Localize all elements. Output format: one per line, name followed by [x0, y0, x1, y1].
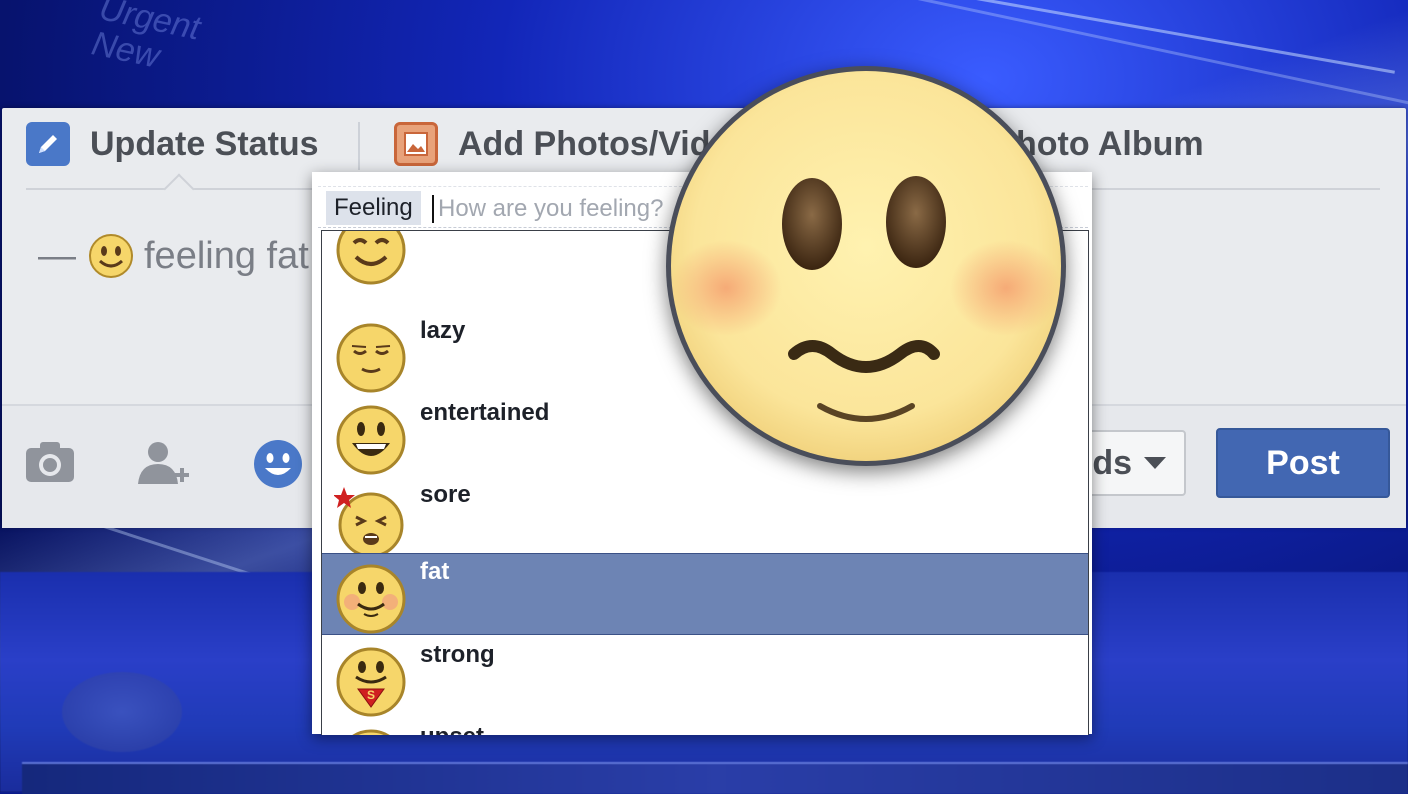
fat-emoji-icon	[89, 234, 133, 278]
tab-label: Update Status	[90, 124, 319, 163]
feeling-label: lazy	[420, 317, 466, 344]
refreshed-emoji-icon	[336, 231, 406, 285]
status-text-area[interactable]: — feeling fat.	[38, 233, 319, 279]
feeling-item-strong[interactable]: S strong	[322, 637, 1088, 719]
blurred-emoji	[62, 672, 182, 752]
feeling-item-sore[interactable]: sore	[322, 477, 1088, 559]
feeling-label: refreshed	[420, 231, 529, 237]
lazy-emoji-icon	[336, 323, 406, 393]
svg-text:S: S	[367, 688, 375, 702]
chevron-down-icon	[1144, 457, 1166, 469]
sore-emoji-icon	[334, 487, 404, 558]
feeling-item-upset[interactable]: upset	[322, 719, 1088, 735]
audience-label: ds	[1092, 443, 1132, 482]
pencil-icon	[26, 122, 70, 166]
status-text: feeling fat.	[144, 234, 320, 277]
feeling-item-fat[interactable]: fat	[322, 553, 1088, 635]
feeling-label: fat	[420, 558, 450, 585]
blurred-divider	[22, 762, 1408, 794]
tab-separator	[358, 122, 360, 170]
photo-icon	[394, 122, 438, 166]
large-fat-emoji-icon	[666, 66, 1066, 466]
post-button[interactable]: Post	[1216, 428, 1390, 498]
feeling-label: upset	[420, 723, 484, 735]
feeling-label: strong	[420, 641, 495, 668]
camera-icon[interactable]	[24, 440, 76, 484]
text-cursor	[432, 195, 434, 223]
entertained-emoji-icon	[336, 405, 406, 475]
tab-update-status[interactable]: Update Status	[26, 122, 319, 166]
status-dash: —	[38, 234, 76, 277]
upset-emoji-icon	[352, 729, 390, 735]
feeling-label: sore	[420, 481, 471, 508]
tag-friends-icon[interactable]	[136, 440, 196, 486]
feeling-activity-icon[interactable]	[252, 438, 304, 490]
active-tab-caret	[163, 173, 195, 205]
fat-emoji-icon	[336, 564, 406, 634]
feeling-chip[interactable]: Feeling	[326, 191, 421, 225]
feeling-label: entertained	[420, 399, 550, 426]
strong-emoji-icon: S	[336, 647, 406, 717]
